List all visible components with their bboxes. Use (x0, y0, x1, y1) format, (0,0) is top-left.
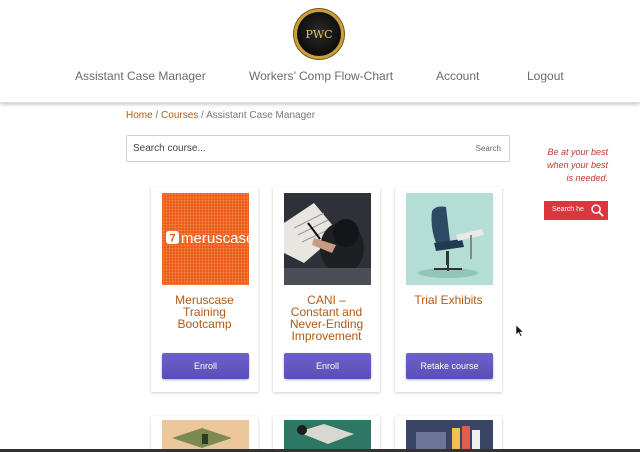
tagline-line: when your best (546, 160, 608, 170)
course-thumbnail[interactable] (406, 193, 493, 285)
logo-text: PWC (305, 27, 333, 41)
course-card (151, 416, 258, 452)
nav-logout[interactable]: Logout (527, 69, 564, 83)
course-title-line: Bootcamp (177, 317, 232, 331)
course-card: Trial Exhibits Retake course (395, 187, 502, 392)
course-card (273, 416, 380, 452)
course-card: 7 meruscase Meruscase Training Bootcamp … (151, 187, 258, 392)
breadcrumb-separator: / (198, 110, 207, 121)
course-image (284, 420, 371, 452)
course-thumbnail[interactable] (406, 420, 493, 452)
svg-text:7: 7 (169, 233, 175, 245)
course-thumbnail[interactable]: 7 meruscase (162, 193, 249, 285)
person-writing-image (284, 193, 371, 285)
nav-account[interactable]: Account (436, 69, 479, 83)
tagline-line: Be at your best (547, 147, 608, 157)
course-thumbnail[interactable] (162, 420, 249, 452)
course-image (406, 420, 493, 452)
tagline-line: is needed. (566, 173, 608, 183)
search-icon (591, 204, 604, 217)
nav-assistant-case-manager[interactable]: Assistant Case Manager (75, 69, 206, 83)
sidebar-tagline: Be at your best when your best is needed… (530, 146, 608, 185)
course-title[interactable]: Trial Exhibits (399, 294, 498, 306)
mouse-cursor-icon (516, 325, 524, 337)
enroll-button[interactable]: Enroll (284, 353, 371, 379)
retake-course-button[interactable]: Retake course (406, 353, 493, 379)
breadcrumb-current: Assistant Case Manager (206, 110, 316, 121)
course-title[interactable]: CANI – Constant and Never-Ending Improve… (277, 294, 376, 342)
nav-workers-comp-flow-chart[interactable]: Workers’ Comp Flow-Chart (249, 69, 393, 83)
course-thumbnail[interactable] (284, 193, 371, 285)
breadcrumb-courses[interactable]: Courses (161, 110, 198, 121)
breadcrumb: Home / Courses / Assistant Case Manager (126, 110, 315, 121)
course-search-input[interactable] (133, 141, 453, 156)
course-card (395, 416, 502, 452)
course-search-button[interactable]: Search (476, 144, 501, 153)
course-title-line: Trial Exhibits (414, 293, 483, 307)
breadcrumb-separator: / (152, 110, 162, 121)
pwc-logo[interactable]: PWC (297, 12, 341, 56)
chair-and-desk-image (406, 193, 493, 285)
site-header: PWC Assistant Case Manager Workers’ Comp… (0, 0, 640, 103)
meruscase-logo-text: meruscase (181, 230, 249, 247)
enroll-button[interactable]: Enroll (162, 353, 249, 379)
breadcrumb-home[interactable]: Home (126, 110, 153, 121)
course-card: CANI – Constant and Never-Ending Improve… (273, 187, 380, 392)
course-image (162, 420, 249, 452)
sidebar-search-label: Search he (552, 206, 584, 213)
course-search-box: Search (126, 135, 510, 162)
course-title-line: Improvement (291, 329, 362, 343)
course-thumbnail[interactable] (284, 420, 371, 452)
course-title[interactable]: Meruscase Training Bootcamp (155, 294, 254, 330)
sidebar-search-button[interactable]: Search he (544, 201, 608, 220)
